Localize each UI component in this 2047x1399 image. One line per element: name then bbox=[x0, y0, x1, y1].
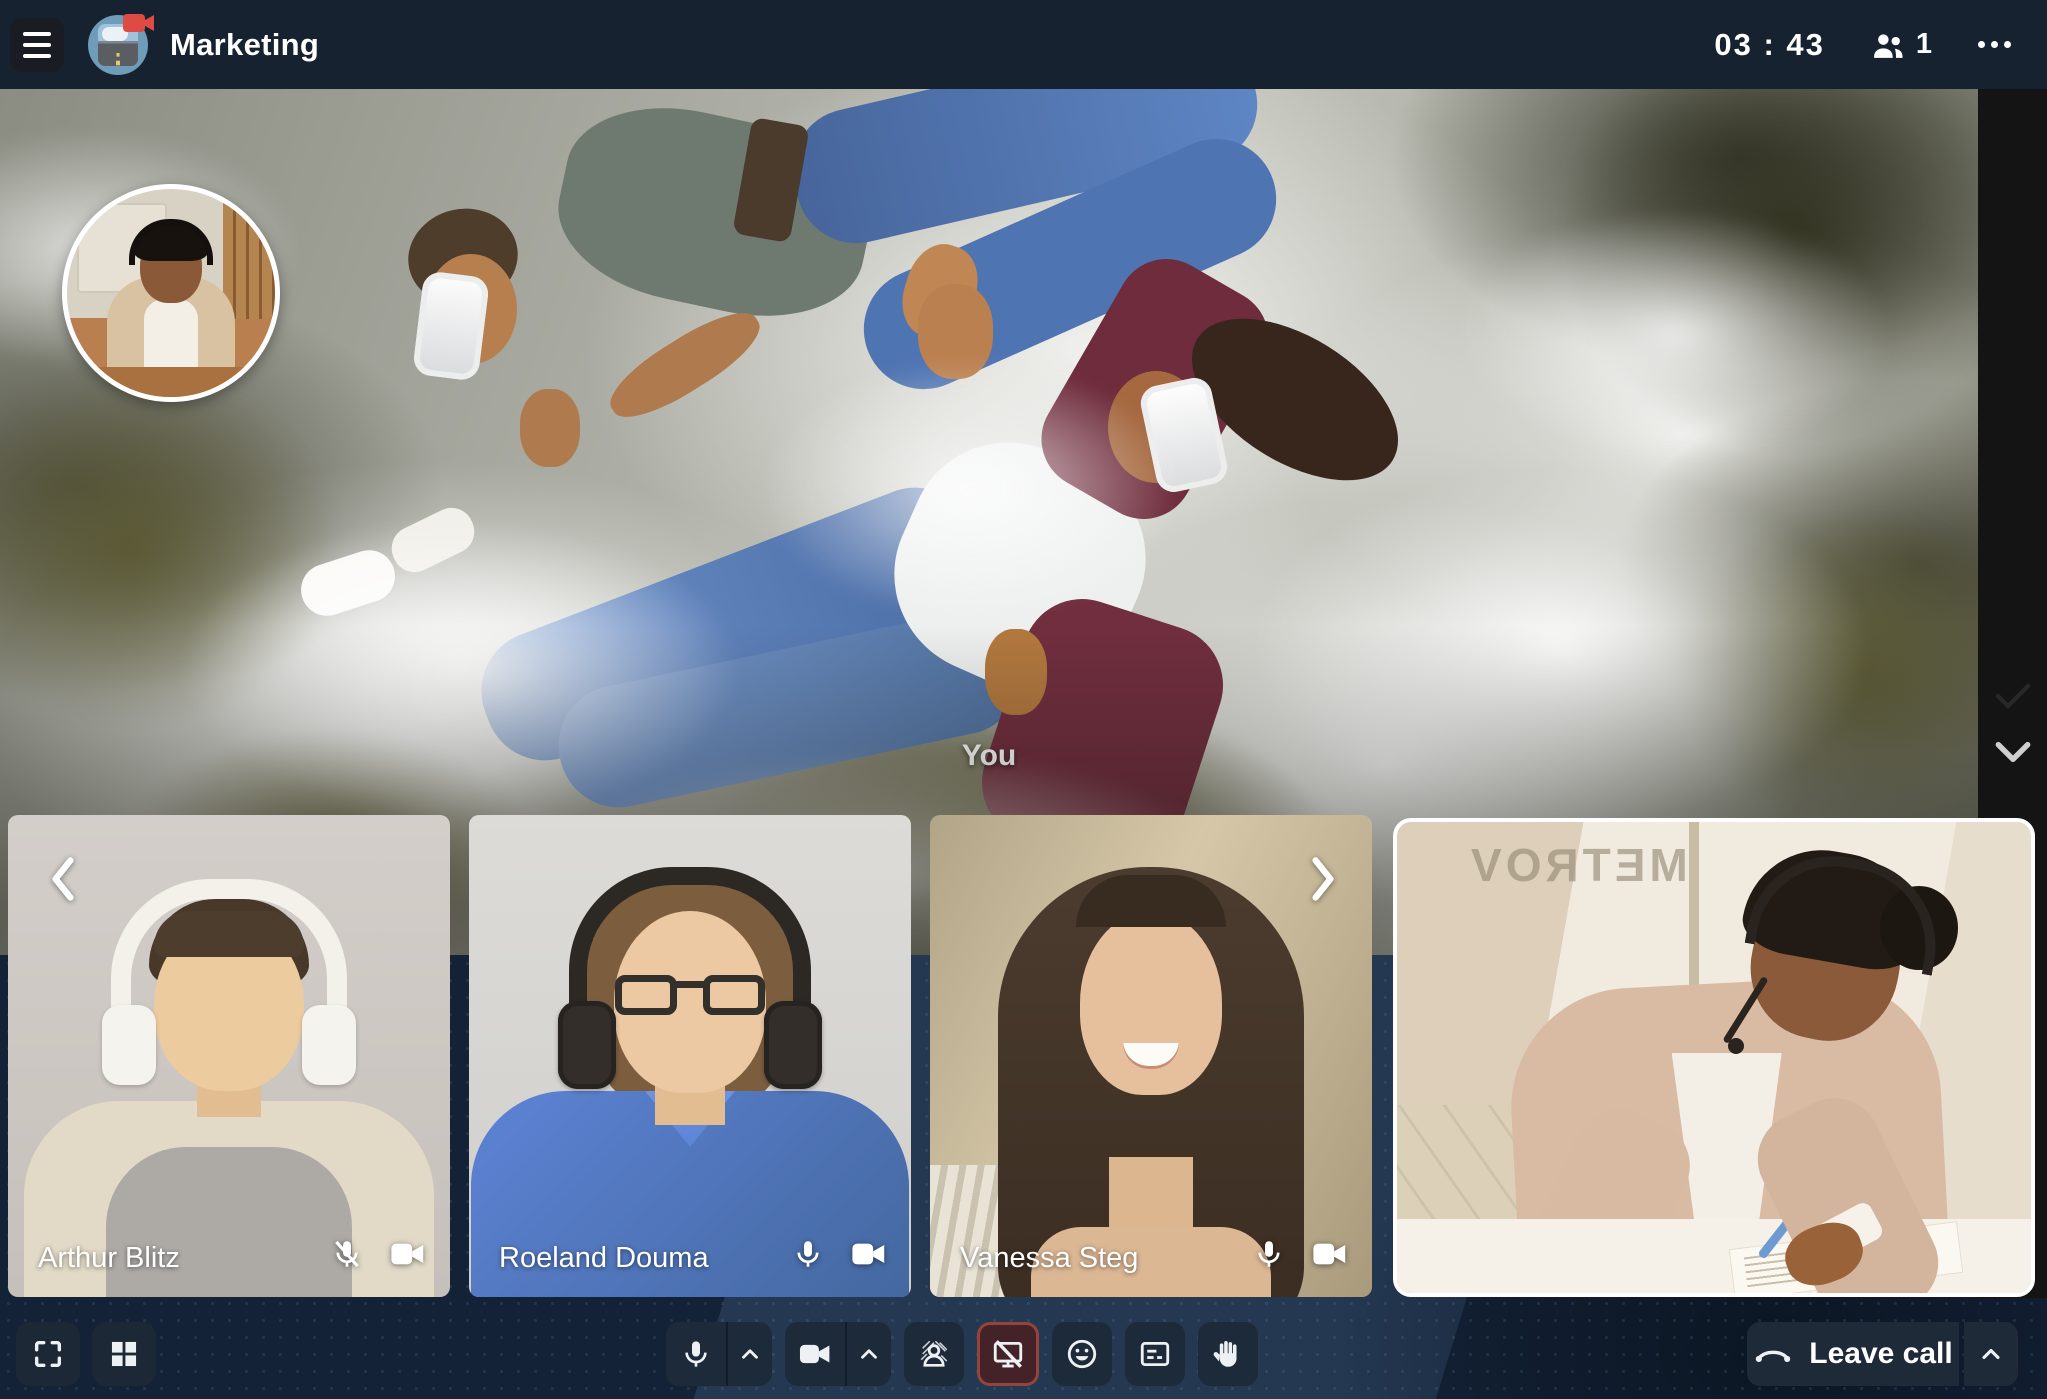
participant-status bbox=[330, 1237, 426, 1271]
call-controls: Leave call bbox=[0, 1316, 2047, 1399]
microphone-split-button bbox=[666, 1322, 772, 1386]
participant-name: Arthur Blitz bbox=[38, 1242, 180, 1275]
top-bar-right: 03 : 43 1 bbox=[1714, 27, 2013, 63]
carousel-next-button[interactable] bbox=[1304, 853, 1342, 905]
participant-status bbox=[791, 1237, 887, 1271]
cloud bbox=[1460, 209, 1890, 459]
cloud bbox=[180, 519, 740, 819]
participant-name: Roeland Douma bbox=[499, 1242, 709, 1275]
camera-icon bbox=[851, 1239, 887, 1269]
whiteboard bbox=[77, 203, 167, 293]
participant-tile-spotlight[interactable]: METROV bbox=[1393, 818, 2035, 1297]
cloud bbox=[760, 359, 1180, 619]
view-controls bbox=[16, 1322, 156, 1386]
chevron-up-icon bbox=[737, 1341, 763, 1367]
hamburger-menu-button[interactable] bbox=[10, 18, 64, 72]
camera-split-button bbox=[785, 1322, 891, 1386]
background-effects-button[interactable] bbox=[904, 1322, 964, 1386]
bookshelf bbox=[223, 189, 275, 319]
forest-patch bbox=[1680, 509, 1978, 829]
leave-call-button[interactable]: Leave call bbox=[1747, 1322, 1959, 1386]
hand-icon bbox=[1211, 1337, 1245, 1371]
glasses bbox=[611, 975, 769, 1017]
ellipsis-icon bbox=[1978, 41, 1985, 48]
chevron-down-icon[interactable] bbox=[1991, 737, 2035, 767]
participant-name: Vanessa Steg bbox=[960, 1242, 1138, 1275]
leave-controls: Leave call bbox=[1747, 1322, 2018, 1386]
leave-options-button[interactable] bbox=[1964, 1322, 2018, 1386]
video-camera-badge bbox=[122, 11, 156, 35]
camera-options-button[interactable] bbox=[847, 1322, 891, 1386]
carousel-previous-button[interactable] bbox=[44, 853, 82, 905]
background-signage-text: METROV bbox=[1467, 838, 1688, 892]
self-preview-avatar bbox=[62, 184, 280, 402]
self-video-label: You bbox=[962, 739, 1016, 773]
top-bar: Marketing 03 : 43 1 bbox=[0, 0, 2047, 89]
microphone-options-button[interactable] bbox=[728, 1322, 772, 1386]
person-figure bbox=[469, 815, 911, 1297]
camera-icon bbox=[390, 1239, 426, 1269]
fullscreen-icon bbox=[31, 1337, 65, 1371]
grid-layout-icon bbox=[107, 1337, 141, 1371]
participants-button[interactable]: 1 bbox=[1869, 28, 1932, 62]
hamburger-icon bbox=[23, 32, 51, 36]
participant-tile-roeland[interactable]: Roeland Douma bbox=[469, 815, 911, 1297]
camera-icon bbox=[798, 1339, 832, 1369]
fullscreen-button[interactable] bbox=[16, 1322, 80, 1386]
meeting-window: Marketing 03 : 43 1 bbox=[0, 0, 2047, 1399]
microphone-button[interactable] bbox=[666, 1322, 728, 1386]
media-controls bbox=[666, 1322, 1258, 1386]
cloud bbox=[1250, 469, 1870, 829]
participant-tile-vanessa[interactable]: Vanessa Steg bbox=[930, 815, 1372, 1297]
screen-share-off-icon bbox=[991, 1337, 1025, 1371]
reactions-button[interactable] bbox=[1052, 1322, 1112, 1386]
chevron-up-icon bbox=[1977, 1340, 2005, 1368]
mic-icon bbox=[791, 1237, 825, 1271]
person-effects-icon bbox=[917, 1337, 951, 1371]
participant-tile-arthur[interactable]: Arthur Blitz bbox=[8, 815, 450, 1297]
headset bbox=[129, 219, 213, 265]
more-options-button[interactable] bbox=[1976, 31, 2013, 58]
forest-patch bbox=[1560, 89, 1978, 449]
captions-icon bbox=[1138, 1337, 1172, 1371]
captions-button[interactable] bbox=[1125, 1322, 1185, 1386]
grid-layout-button[interactable] bbox=[92, 1322, 156, 1386]
call-timer: 03 : 43 bbox=[1714, 27, 1825, 63]
leave-call-label: Leave call bbox=[1809, 1337, 1952, 1371]
people-icon bbox=[1869, 28, 1907, 62]
mic-icon bbox=[680, 1338, 712, 1370]
meeting-title: Marketing bbox=[170, 27, 319, 63]
meeting-avatar bbox=[88, 15, 148, 75]
participant-status bbox=[1252, 1237, 1348, 1271]
smiley-icon bbox=[1065, 1337, 1099, 1371]
mic-icon bbox=[1252, 1237, 1286, 1271]
camera-button[interactable] bbox=[785, 1322, 847, 1386]
chevron-up-icon bbox=[856, 1341, 882, 1367]
phone-hangup-icon bbox=[1753, 1341, 1793, 1367]
forest-patch bbox=[0, 369, 340, 729]
raise-hand-button[interactable] bbox=[1198, 1322, 1258, 1386]
participant-count: 1 bbox=[1916, 28, 1932, 61]
check-icon bbox=[1992, 681, 2034, 711]
cloud bbox=[0, 129, 300, 369]
mic-off-icon bbox=[330, 1237, 364, 1271]
screen-share-button[interactable] bbox=[977, 1322, 1039, 1386]
person-figure: METROV bbox=[1397, 822, 2031, 1293]
camera-icon bbox=[1312, 1239, 1348, 1269]
